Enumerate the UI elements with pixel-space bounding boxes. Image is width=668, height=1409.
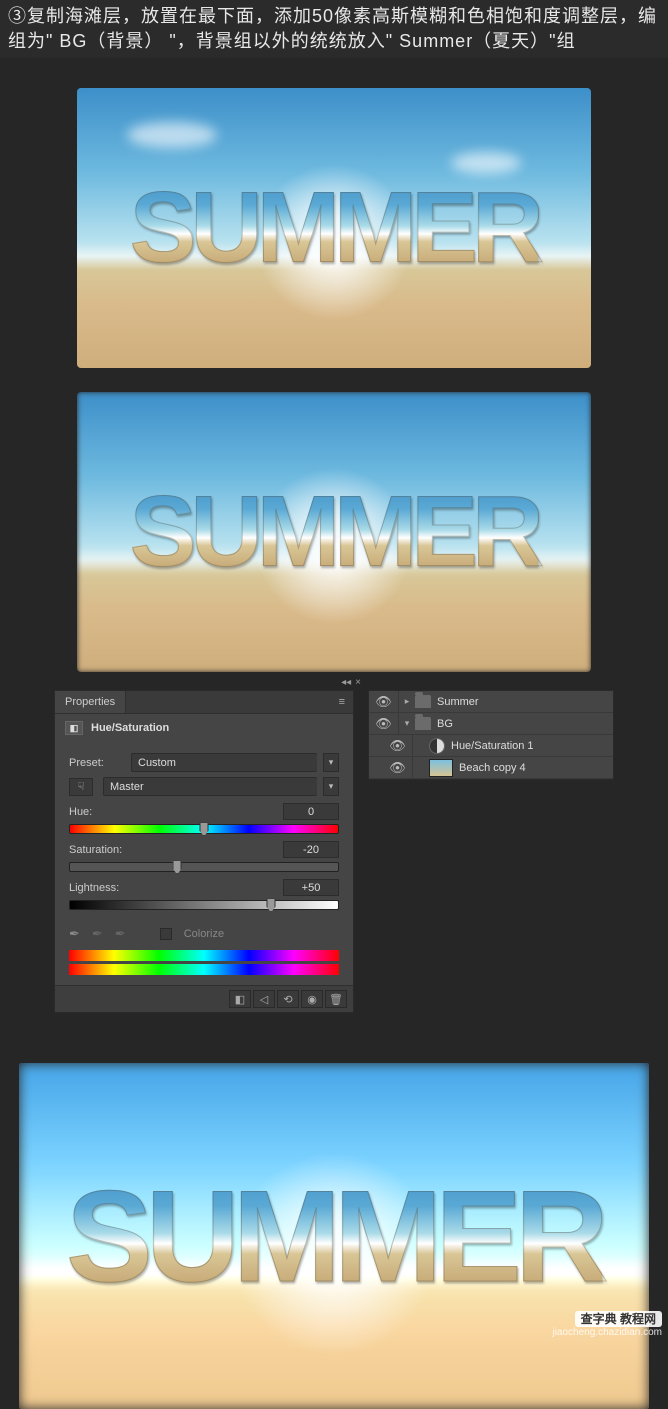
eyedropper-add-icon[interactable]: ✒ <box>92 926 103 942</box>
layer-hue-sat[interactable]: 👁 Hue/Saturation 1 <box>369 735 613 757</box>
saturation-input[interactable]: -20 <box>283 841 339 858</box>
layer-thumbnail <box>429 759 453 777</box>
chevron-down-icon[interactable]: ▾ <box>323 753 339 772</box>
hue-label: Hue: <box>69 806 92 818</box>
slider-thumb[interactable] <box>200 822 209 836</box>
view-previous-button[interactable]: ◁ <box>253 990 275 1008</box>
clip-to-layer-button[interactable]: ◧ <box>229 990 251 1008</box>
targeted-adjust-icon[interactable]: ☟ <box>69 778 93 796</box>
layer-name[interactable]: Summer <box>437 696 613 708</box>
hue-slider[interactable] <box>69 824 339 834</box>
summer-text: SUMMER <box>130 171 538 286</box>
visibility-icon[interactable]: 👁 <box>369 691 399 712</box>
hue-input[interactable]: 0 <box>283 803 339 820</box>
color-range-bars <box>55 946 353 985</box>
delete-button[interactable]: 🗑 <box>325 990 347 1008</box>
watermark-brand: 查字典 教程网 <box>575 1311 662 1327</box>
layer-name[interactable]: Hue/Saturation 1 <box>451 740 613 752</box>
adjustment-name: Hue/Saturation <box>91 722 169 734</box>
saturation-slider[interactable] <box>69 862 339 872</box>
twirl-right-icon[interactable]: ▸ <box>399 696 415 707</box>
preset-select[interactable]: Custom <box>131 753 317 772</box>
reset-button[interactable]: ⟲ <box>277 990 299 1008</box>
panel-collapse-handle[interactable]: ◂◂× <box>341 677 361 688</box>
layer-group-summer[interactable]: 👁 ▸ Summer <box>369 691 613 713</box>
twirl-down-icon[interactable]: ▾ <box>399 718 415 729</box>
lightness-slider[interactable] <box>69 900 339 910</box>
layer-name[interactable]: Beach copy 4 <box>459 762 613 774</box>
eyedropper-icon[interactable]: ✒ <box>69 926 80 942</box>
eyedropper-subtract-icon[interactable]: ✒ <box>115 926 126 942</box>
properties-tab[interactable]: Properties <box>55 691 126 713</box>
preview-before: SUMMER <box>77 88 591 368</box>
visibility-icon[interactable]: 👁 <box>383 757 413 778</box>
tutorial-stage: SUMMER SUMMER ◂◂× Properties ≡ ◧ Hue/Sat… <box>0 58 668 1409</box>
folder-icon <box>415 695 431 708</box>
summer-text: SUMMER <box>66 1161 602 1311</box>
instruction-step: ③复制海滩层，放置在最下面，添加50像素高斯模糊和色相饱和度调整层，编组为" B… <box>0 0 668 58</box>
layer-name[interactable]: BG <box>437 718 613 730</box>
layer-group-bg[interactable]: 👁 ▾ BG <box>369 713 613 735</box>
preview-final: SUMMER <box>19 1063 649 1409</box>
hue-sat-icon: ◧ <box>65 721 83 735</box>
panel-menu-icon[interactable]: ≡ <box>331 692 353 712</box>
saturation-label: Saturation: <box>69 844 122 856</box>
channel-select[interactable]: Master <box>103 777 317 796</box>
preset-label: Preset: <box>69 757 125 769</box>
summer-text: SUMMER <box>130 475 538 590</box>
preview-after: SUMMER <box>77 392 591 672</box>
folder-icon <box>415 717 431 730</box>
properties-panel: ◂◂× Properties ≡ ◧ Hue/Saturation Preset… <box>54 690 354 1013</box>
layer-beach-copy[interactable]: 👁 Beach copy 4 <box>369 757 613 779</box>
colorize-label: Colorize <box>184 928 224 940</box>
visibility-icon[interactable]: 👁 <box>369 713 399 734</box>
adjustment-title: ◧ Hue/Saturation <box>55 714 353 742</box>
toggle-visibility-button[interactable]: ◉ <box>301 990 323 1008</box>
lightness-label: Lightness: <box>69 882 119 894</box>
slider-thumb[interactable] <box>173 860 182 874</box>
adjustment-layer-icon <box>429 738 445 754</box>
chevron-down-icon[interactable]: ▾ <box>323 777 339 796</box>
visibility-icon[interactable]: 👁 <box>383 735 413 756</box>
watermark-url: jiaocheng.chazidian.com <box>552 1327 662 1339</box>
colorize-checkbox[interactable] <box>160 928 172 940</box>
watermark: 查字典 教程网 jiaocheng.chazidian.com <box>552 1311 662 1339</box>
lightness-input[interactable]: +50 <box>283 879 339 896</box>
layers-panel: 👁 ▸ Summer 👁 ▾ BG 👁 Hue/Saturation 1 <box>368 690 614 780</box>
slider-thumb[interactable] <box>267 898 276 912</box>
